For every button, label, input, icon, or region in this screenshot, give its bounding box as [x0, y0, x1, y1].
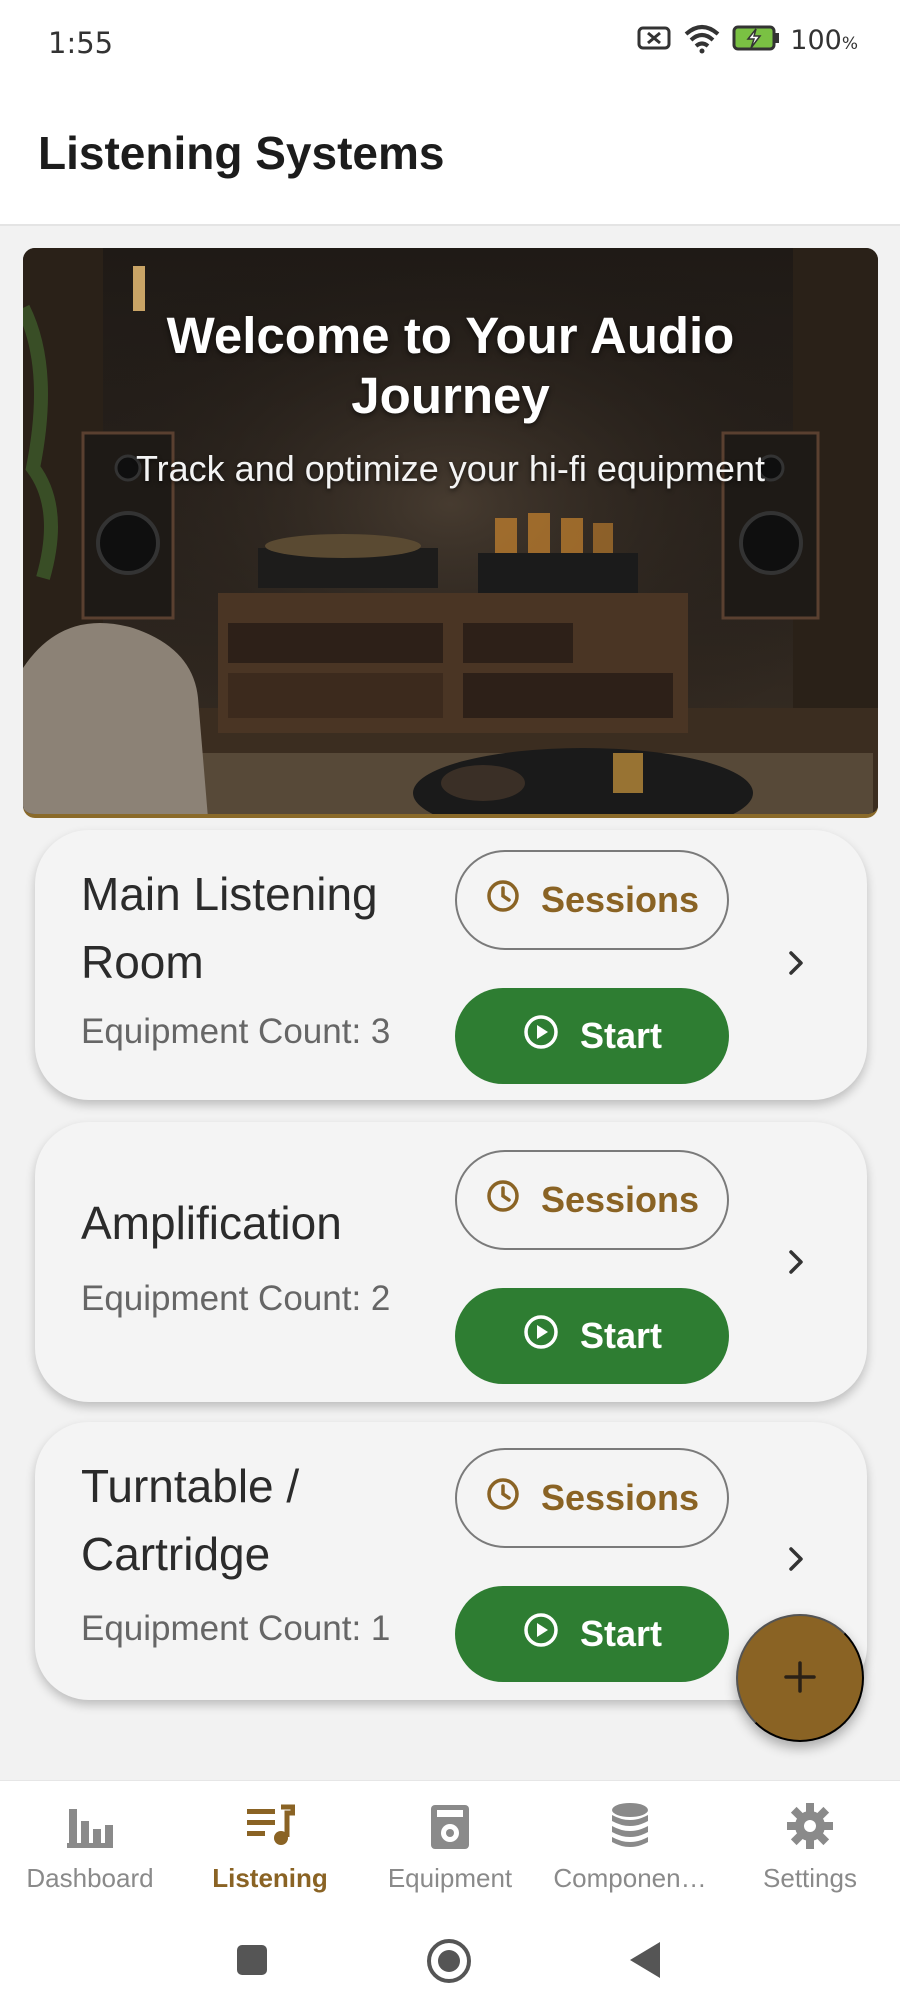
sessions-button[interactable]: Sessions	[455, 1448, 729, 1548]
sessions-label: Sessions	[540, 1477, 700, 1518]
equipment-count: Equipment Count: 2	[81, 1279, 391, 1318]
clock-icon	[485, 1178, 521, 1223]
system-name: Amplification	[81, 1197, 342, 1249]
app-bar: Listening Systems	[0, 84, 900, 226]
speaker-icon	[423, 1799, 477, 1853]
bar-chart-icon	[63, 1799, 117, 1853]
hero-banner: Welcome to Your Audio Journey Track and …	[23, 248, 878, 818]
play-circle-icon	[522, 1313, 560, 1360]
page-title: Listening Systems	[38, 127, 445, 179]
database-icon	[603, 1799, 657, 1853]
system-card-main-listening-room[interactable]: Main Listening Room Equipment Count: 3 S…	[35, 830, 867, 1100]
status-icons: 100%	[636, 22, 858, 58]
system-card-amplification[interactable]: Amplification Equipment Count: 2 Session…	[35, 1122, 867, 1402]
clock-icon	[485, 878, 521, 923]
hero-title: Welcome to Your Audio Journey	[166, 307, 735, 424]
battery-charging-icon	[732, 23, 780, 57]
status-time: 1:55	[48, 26, 114, 60]
nav-label: Dashboard	[26, 1863, 154, 1893]
add-system-button[interactable]	[736, 1614, 864, 1742]
back-icon[interactable]	[628, 1940, 662, 1984]
sessions-label: Sessions	[540, 1179, 700, 1220]
start-label: Start	[579, 1315, 663, 1356]
sessions-button[interactable]: Sessions	[455, 1150, 729, 1250]
nav-label: Componen…	[553, 1863, 707, 1893]
no-sim-icon	[636, 23, 672, 57]
start-button[interactable]: Start	[455, 1586, 729, 1682]
nav-item-dashboard[interactable]: Dashboard	[0, 1781, 180, 1920]
hero-subtitle: Track and optimize your hi-fi equipment	[136, 448, 765, 489]
nav-item-settings[interactable]: Settings	[720, 1781, 900, 1920]
start-button[interactable]: Start	[455, 988, 729, 1084]
nav-item-components[interactable]: Componen…	[540, 1781, 720, 1920]
system-navigation-bar	[0, 1920, 900, 2000]
play-circle-icon	[522, 1013, 560, 1060]
home-icon[interactable]	[426, 1938, 472, 1988]
chevron-right-icon[interactable]	[781, 1544, 811, 1574]
clock-icon	[485, 1476, 521, 1521]
wifi-icon	[682, 22, 722, 58]
nav-label: Settings	[763, 1863, 857, 1893]
status-bar: 1:55 100%	[0, 0, 900, 84]
start-label: Start	[579, 1015, 663, 1056]
nav-label: Equipment	[387, 1863, 513, 1893]
system-name: Turntable / Cartridge	[81, 1460, 300, 1580]
nav-item-listening[interactable]: Listening	[180, 1781, 360, 1920]
music-list-icon	[243, 1799, 297, 1853]
bottom-navigation: Dashboard Listening Equipment Componen… …	[0, 1780, 900, 1920]
start-label: Start	[579, 1613, 663, 1654]
sessions-label: Sessions	[540, 879, 700, 920]
play-circle-icon	[522, 1611, 560, 1658]
system-name: Main Listening Room	[81, 868, 378, 988]
chevron-right-icon[interactable]	[781, 948, 811, 978]
battery-percent: 100%	[790, 24, 858, 56]
equipment-count: Equipment Count: 3	[81, 1012, 391, 1051]
nav-item-equipment[interactable]: Equipment	[360, 1781, 540, 1920]
equipment-count: Equipment Count: 1	[81, 1609, 391, 1648]
recent-apps-icon[interactable]	[236, 1944, 268, 1980]
start-button[interactable]: Start	[455, 1288, 729, 1384]
sessions-button[interactable]: Sessions	[455, 850, 729, 950]
chevron-right-icon[interactable]	[781, 1247, 811, 1277]
nav-label: Listening	[212, 1863, 328, 1893]
plus-icon	[780, 1657, 820, 1700]
gear-icon	[783, 1799, 837, 1853]
